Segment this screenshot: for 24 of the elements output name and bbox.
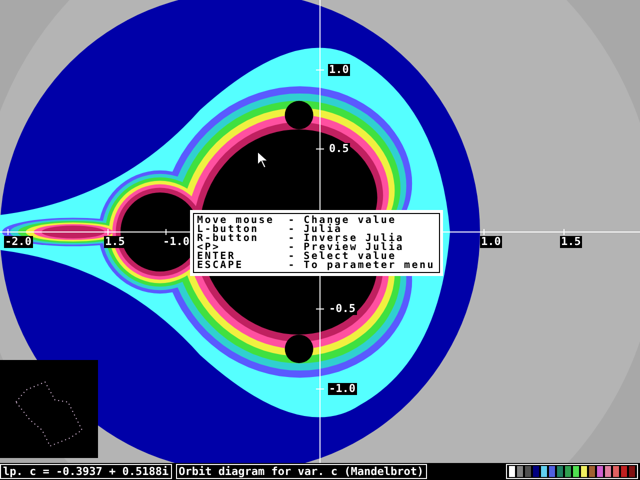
parameter-readout: lp. c = -0.3937 + 0.5188i	[0, 464, 172, 479]
axis-label: -1.0	[328, 383, 356, 395]
menu-action-label: - Julia	[288, 225, 342, 234]
menu-key-label: L-button	[197, 225, 260, 234]
menu-action-label: - Select value	[288, 252, 398, 261]
mouse-cursor-icon	[257, 151, 269, 169]
menu-action-label: - Preview Julia	[288, 243, 406, 252]
axis-label: 1.0	[328, 64, 350, 76]
menu-key-label: ENTER	[197, 252, 236, 261]
axis-label: 0.5	[328, 143, 350, 155]
menu-action-label: - Change value	[288, 216, 398, 225]
axis-label: -0.5	[328, 303, 356, 315]
menu-key-label: ESCAPE	[197, 261, 244, 270]
axis-label: 1.5	[560, 236, 582, 248]
axis-label: 1.0	[480, 236, 502, 248]
menu-action-label: - Inverse Julia	[288, 234, 406, 243]
axis-label: -1.0	[162, 236, 190, 248]
axis-label: 1.5	[104, 236, 126, 248]
menu-key-label: Move mouse	[197, 216, 274, 225]
menu-key-label: R-button	[197, 234, 260, 243]
axis-label: -2.0	[4, 236, 32, 248]
menu-key-label: <P>	[197, 243, 220, 252]
menu-action-label: - To parameter menu	[288, 261, 435, 270]
status-title: Orbit diagram for var. c (Mandelbrot)	[176, 464, 427, 479]
